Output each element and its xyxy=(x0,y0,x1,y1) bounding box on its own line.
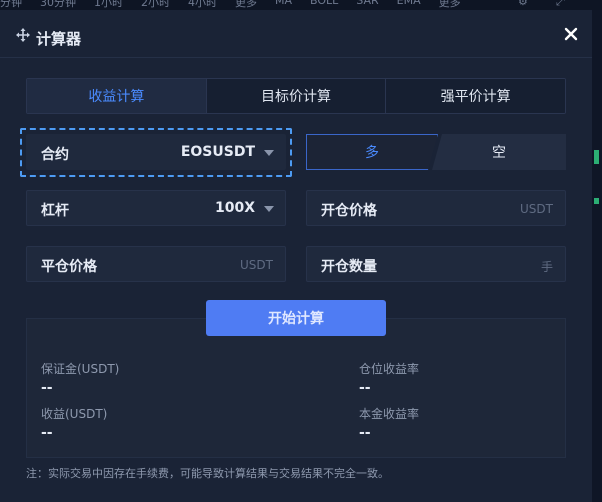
open-quantity-label: 开仓数量 xyxy=(321,259,377,275)
contract-label: 合约 xyxy=(41,147,69,163)
profit-value: -- xyxy=(41,425,53,441)
dialog-header: 计算器 xyxy=(0,10,592,58)
leverage-select[interactable]: 杠杆 100X xyxy=(26,190,286,226)
close-price-unit: USDT xyxy=(240,258,273,272)
position-yield-label: 仓位收益率 xyxy=(359,362,420,376)
open-quantity-unit: 手 xyxy=(540,260,553,274)
open-price-unit: USDT xyxy=(520,202,553,216)
toolbar-item[interactable]: 1小时 xyxy=(94,0,123,10)
close-price-label: 平仓价格 xyxy=(41,259,97,275)
long-button[interactable]: 多 xyxy=(306,134,438,170)
candle-mark xyxy=(594,150,599,164)
principal-yield-value: -- xyxy=(359,425,371,441)
toolbar-item[interactable]: MA xyxy=(275,0,292,10)
contract-value: EOSUSDT xyxy=(180,144,255,160)
tab-target-price-calc[interactable]: 目标价计算 xyxy=(205,79,386,113)
open-quantity-field[interactable]: 开仓数量 手 xyxy=(306,246,566,282)
position-yield-value: -- xyxy=(359,380,371,396)
close-icon[interactable] xyxy=(563,26,579,42)
dialog-title: 计算器 xyxy=(36,30,82,48)
margin-label: 保证金(USDT) xyxy=(41,362,120,376)
toolbar-item[interactable]: 30分钟 xyxy=(40,0,76,10)
contract-select[interactable]: 合约 EOSUSDT xyxy=(26,134,286,170)
calculator-tabs: 收益计算 目标价计算 强平价计算 xyxy=(26,78,566,114)
principal-yield-label: 本金收益率 xyxy=(359,407,420,421)
short-button[interactable]: 空 xyxy=(432,134,566,170)
toolbar-item[interactable]: BOLL xyxy=(310,0,338,10)
toolbar-item[interactable]: 4小时 xyxy=(188,0,217,10)
margin-value: -- xyxy=(41,380,53,396)
toolbar-item[interactable]: SAR xyxy=(356,0,378,10)
leverage-label: 杠杆 xyxy=(41,203,69,219)
open-price-field[interactable]: 开仓价格 USDT xyxy=(306,190,566,226)
tab-profit-calc[interactable]: 收益计算 xyxy=(27,79,206,113)
start-calculate-button[interactable]: 开始计算 xyxy=(206,300,386,336)
candle-mark xyxy=(594,198,599,204)
disclaimer-note: 注：实际交易中因存在手续费，可能导致计算结果与交易结果不完全一致。 xyxy=(26,467,389,480)
profit-label: 收益(USDT) xyxy=(41,407,108,421)
toolbar-item[interactable]: 2小时 xyxy=(141,0,170,10)
background-toolbar: 分钟 30分钟 1小时 2小时 4小时 更多 MA BOLL SAR EMA 更… xyxy=(0,0,602,10)
expand-icon[interactable]: ⤢ xyxy=(556,0,565,9)
calculator-dialog: 计算器 收益计算 目标价计算 强平价计算 合约 EOSUSDT 多 空 杠杆 1… xyxy=(0,10,592,502)
toolbar-item[interactable]: 更多 xyxy=(439,0,461,10)
open-price-label: 开仓价格 xyxy=(321,203,377,219)
move-icon[interactable] xyxy=(15,27,31,43)
settings-icon[interactable]: ⚙ xyxy=(518,0,528,8)
results-panel: 保证金(USDT) -- 仓位收益率 -- 收益(USDT) -- 本金收益率 … xyxy=(26,318,566,458)
chevron-down-icon xyxy=(264,206,274,212)
tab-liquidation-price-calc[interactable]: 强平价计算 xyxy=(385,79,565,113)
background-chart xyxy=(592,10,602,502)
chevron-down-icon xyxy=(264,150,274,156)
close-price-field[interactable]: 平仓价格 USDT xyxy=(26,246,286,282)
leverage-value: 100X xyxy=(214,200,255,216)
toolbar-item[interactable]: 分钟 xyxy=(0,0,22,10)
toolbar-item[interactable]: 更多 xyxy=(235,0,257,10)
toolbar-item[interactable]: EMA xyxy=(397,0,421,10)
